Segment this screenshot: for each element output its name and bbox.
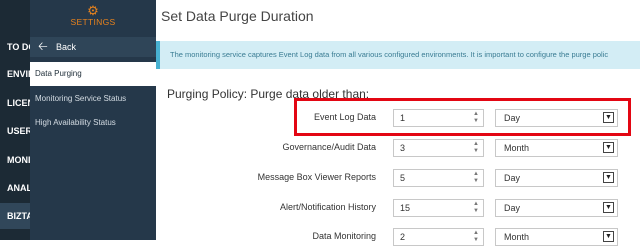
nav-item-monitoring[interactable]: MONI [0,147,30,173]
duration-value: 15 [400,203,411,213]
nav-item-license[interactable]: LICEN [0,90,30,116]
purge-row-data-monitoring: Data Monitoring 2 ▲ ▼ Month ▼ [156,225,640,247]
unit-value: Day [504,173,521,183]
settings-panel: ⚙ SETTINGS 🡠 Back Data Purging Monitorin… [30,0,156,240]
duration-input[interactable]: 3 ▲ ▼ [393,139,484,157]
row-label: Data Monitoring [312,231,376,241]
chevron-down-icon[interactable]: ▼ [603,202,614,213]
nav-item-todo[interactable]: TO DO [0,34,30,60]
settings-title: SETTINGS [70,17,116,27]
duration-value: 2 [400,232,406,242]
chevron-down-icon[interactable]: ▼ [603,142,614,153]
highlight-box [294,98,631,136]
nav-item-environment[interactable]: ENVIR [0,61,30,87]
unit-select[interactable]: Month ▼ [495,139,618,157]
unit-select[interactable]: Month ▼ [495,228,618,246]
back-label: Back [56,42,77,52]
page-title: Set Data Purge Duration [161,8,314,24]
back-arrow-icon: 🡠 [38,39,48,53]
spinner-icon[interactable]: ▲ ▼ [472,171,480,185]
nav-item-users[interactable]: USER [0,118,30,144]
settings-item-monitoring-service-status[interactable]: Monitoring Service Status [30,87,156,111]
duration-value: 5 [400,173,406,183]
spinner-icon[interactable]: ▲ ▼ [472,230,480,244]
back-button[interactable]: 🡠 Back [30,37,156,57]
row-label: Alert/Notification History [279,202,376,212]
unit-value: Month [504,143,530,153]
duration-input[interactable]: 2 ▲ ▼ [393,228,484,246]
chevron-down-icon[interactable]: ▼ [603,172,614,183]
chevron-down-icon[interactable]: ▼ [603,231,614,242]
settings-item-high-availability-status[interactable]: High Availability Status [30,111,156,135]
row-label: Message Box Viewer Reports [257,172,376,182]
row-label: Governance/Audit Data [282,142,376,152]
main-content: Set Data Purge Duration The monitoring s… [156,0,640,246]
settings-item-data-purging[interactable]: Data Purging [30,62,156,86]
unit-value: Month [504,232,530,242]
purge-row-message-box-viewer-reports: Message Box Viewer Reports 5 ▲ ▼ Day ▼ [156,166,640,188]
purge-row-governance-audit-data: Governance/Audit Data 3 ▲ ▼ Month ▼ [156,136,640,158]
nav-item-analytics[interactable]: ANALY [0,175,30,201]
purge-row-alert-notification-history: Alert/Notification History 15 ▲ ▼ Day ▼ [156,196,640,218]
unit-select[interactable]: Day ▼ [495,199,618,217]
info-banner: The monitoring service captures Event Lo… [156,41,640,69]
duration-value: 3 [400,143,406,153]
unit-select[interactable]: Day ▼ [495,169,618,187]
spinner-icon[interactable]: ▲ ▼ [472,141,480,155]
duration-input[interactable]: 15 ▲ ▼ [393,199,484,217]
spinner-icon[interactable]: ▲ ▼ [472,201,480,215]
duration-input[interactable]: 5 ▲ ▼ [393,169,484,187]
main-navigation: TO DO ENVIR LICEN USER MONI ANALY BIZTA [0,0,30,240]
unit-value: Day [504,203,521,213]
nav-item-biztalk[interactable]: BIZTA [0,203,30,229]
